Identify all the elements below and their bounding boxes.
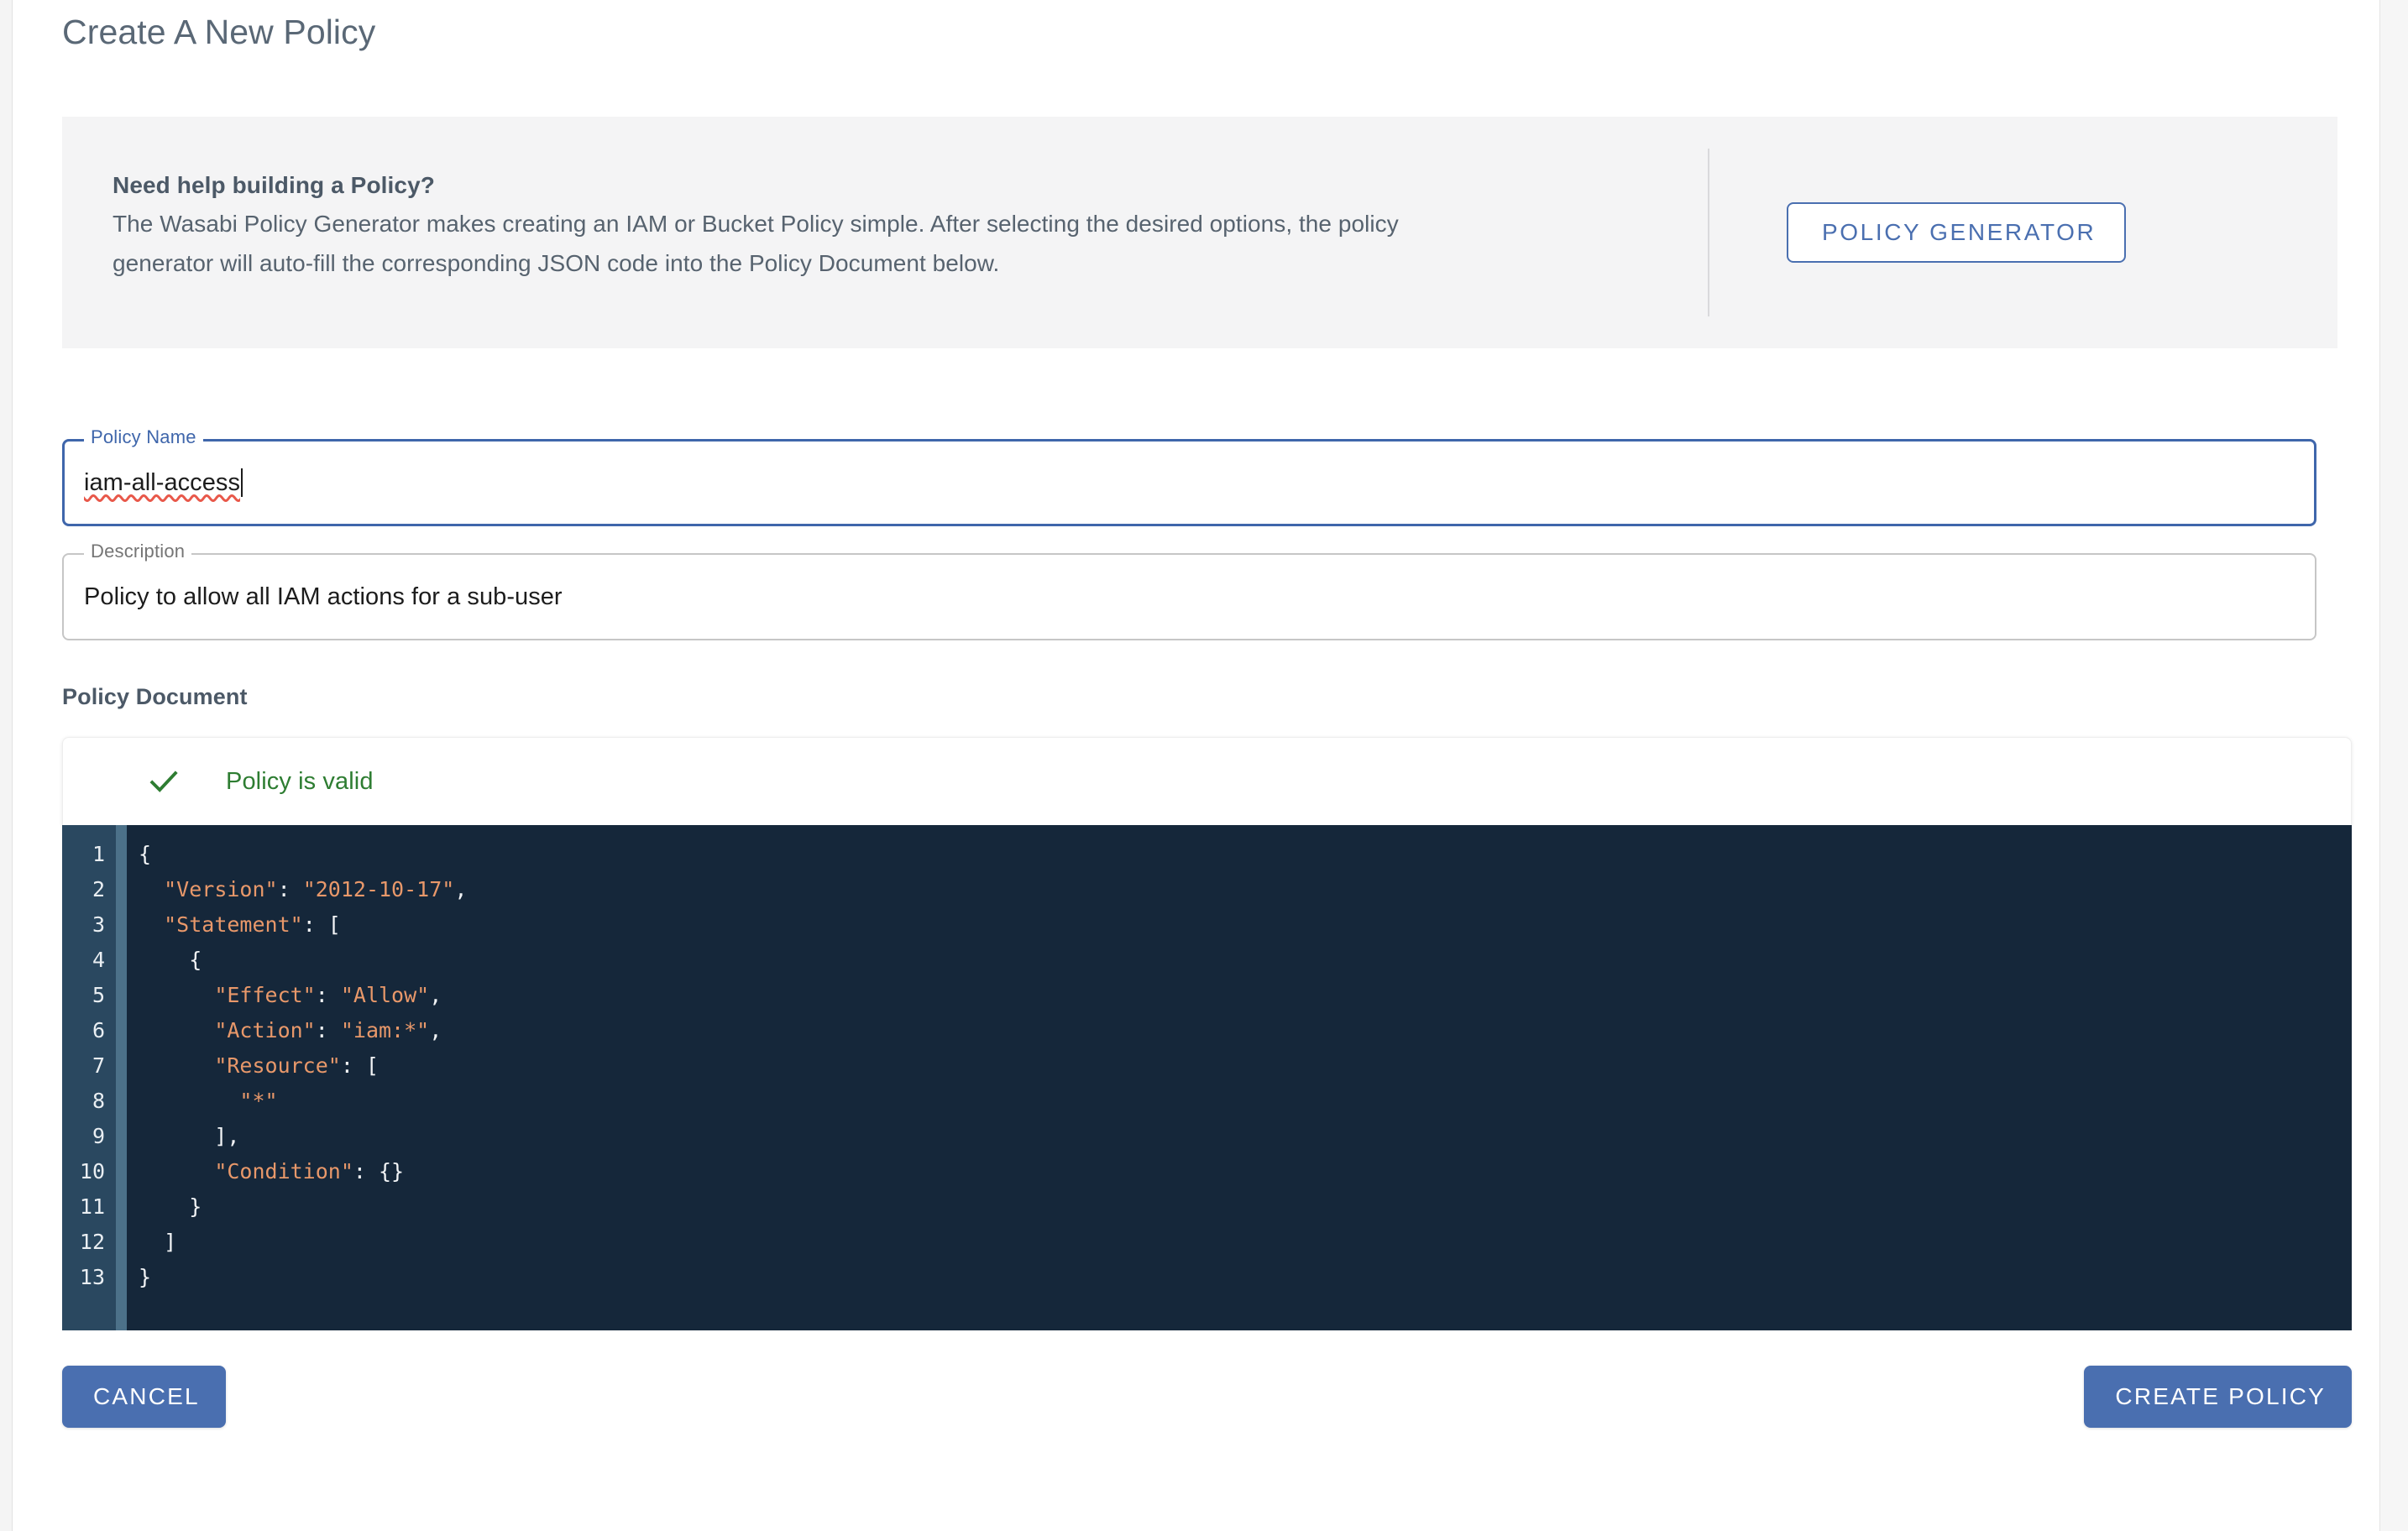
editor-code-area[interactable]: { "Version": "2012-10-17", "Statement": … [127, 825, 2352, 1330]
editor-line-number: 7 [92, 1053, 105, 1079]
editor-code-line: } [139, 1189, 2352, 1225]
json-string-token: "2012-10-17" [302, 877, 455, 902]
help-banner-action: POLICY GENERATOR [1709, 117, 2337, 348]
json-string-token: "Effect" [214, 983, 316, 1008]
create-policy-button[interactable]: CREATE POLICY [2084, 1366, 2352, 1429]
help-banner-text: Need help building a Policy? The Wasabi … [62, 117, 1708, 348]
json-punctuation-token: { [139, 948, 202, 973]
json-string-token: "Action" [214, 1018, 316, 1043]
check-icon [149, 771, 178, 793]
editor-line-number: 9 [92, 1124, 105, 1149]
json-string-token: "iam:*" [340, 1018, 430, 1043]
json-punctuation-token: : [315, 983, 341, 1008]
editor-line-number: 4 [92, 948, 105, 973]
editor-code-line: ], [139, 1119, 2352, 1154]
json-punctuation-token: : {} [353, 1159, 405, 1184]
json-punctuation-token: , [429, 983, 442, 1008]
editor-code-line: "Resource": [ [139, 1048, 2352, 1084]
cancel-button[interactable]: CANCEL [62, 1366, 226, 1429]
policy-name-input[interactable]: iam-all-access [84, 469, 240, 497]
description-input[interactable]: Policy to allow all IAM actions for a su… [84, 583, 563, 611]
editor-accent-stripe [116, 825, 127, 1331]
editor-line-number: 5 [92, 983, 105, 1008]
json-punctuation-token: } [139, 1194, 202, 1220]
help-banner-body-line-2: generator will auto-fill the correspondi… [113, 249, 1000, 276]
help-banner: Need help building a Policy? The Wasabi … [62, 117, 2337, 349]
editor-line-number: 10 [79, 1159, 105, 1184]
policy-document-heading: Policy Document [62, 684, 248, 710]
editor-code-line: "*" [139, 1084, 2352, 1119]
policy-validation-banner: Policy is valid [62, 737, 2352, 826]
policy-name-field[interactable]: Policy Name iam-all-access [62, 428, 2316, 527]
json-punctuation-token: { [139, 842, 152, 867]
json-punctuation-token [139, 1018, 214, 1042]
editor-code-line: "Condition": {} [139, 1154, 2352, 1189]
page-scrollbar[interactable] [2379, 0, 2408, 1531]
json-punctuation-token: : [277, 877, 303, 902]
json-punctuation-token: : [315, 1018, 341, 1043]
json-punctuation-token: ], [139, 1124, 240, 1149]
json-punctuation-token: : [ [340, 1053, 379, 1079]
page-title: Create A New Policy [62, 13, 376, 51]
policy-name-value-wrap: iam-all-access [84, 439, 243, 526]
text-caret [241, 468, 243, 498]
policy-generator-button[interactable]: POLICY GENERATOR [1787, 202, 2127, 264]
editor-code-line: "Action": "iam:*", [139, 1013, 2352, 1048]
editor-code-line: { [139, 837, 2352, 872]
editor-line-number: 1 [92, 842, 105, 867]
editor-code-line: } [139, 1260, 2352, 1295]
json-punctuation-token [139, 1089, 239, 1113]
app-viewport: Create A New Policy Need help building a… [0, 0, 2408, 1531]
json-string-token: "Statement" [164, 912, 303, 938]
editor-code-line: ] [139, 1225, 2352, 1260]
editor-line-number: 13 [79, 1265, 105, 1290]
editor-code-line: "Statement": [ [139, 907, 2352, 943]
json-punctuation-token [139, 912, 164, 937]
editor-line-number: 3 [92, 912, 105, 938]
policy-validation-message: Policy is valid [226, 767, 374, 795]
editor-line-number: 12 [79, 1230, 105, 1255]
json-punctuation-token [139, 1053, 214, 1078]
policy-json-editor[interactable]: 1 2 3 4 5 6 7 8 9 10 11 12 13 { "Version": "2012-10-… [62, 825, 2352, 1331]
json-string-token: "Condition" [214, 1159, 353, 1184]
policy-form: Policy Name iam-all-access Description P… [62, 428, 2337, 641]
editor-line-number: 2 [92, 877, 105, 902]
json-string-token: "Version" [164, 877, 278, 902]
editor-line-number-gutter: 1 2 3 4 5 6 7 8 9 10 11 12 13 [62, 825, 116, 1331]
editor-code-line: "Version": "2012-10-17", [139, 872, 2352, 907]
editor-line-number: 6 [92, 1018, 105, 1043]
left-gutter-rail [0, 0, 13, 1531]
scrollbar-thumb[interactable] [2385, 0, 2404, 1531]
policy-name-field-outline [62, 439, 2316, 527]
json-punctuation-token [139, 1159, 214, 1184]
json-punctuation-token [139, 877, 164, 901]
json-string-token: "*" [239, 1089, 278, 1114]
json-punctuation-token: , [454, 877, 468, 902]
json-punctuation-token: ] [139, 1230, 177, 1255]
editor-line-number: 8 [92, 1089, 105, 1114]
json-punctuation-token: : [ [302, 912, 341, 938]
description-field[interactable]: Description Policy to allow all IAM acti… [62, 542, 2316, 641]
json-punctuation-token: , [429, 1018, 442, 1043]
form-actions: CANCEL CREATE POLICY [62, 1366, 2352, 1429]
json-punctuation-token [139, 983, 214, 1007]
json-string-token: "Allow" [340, 983, 430, 1008]
help-banner-body-line-1: The Wasabi Policy Generator makes creati… [113, 211, 1399, 238]
help-banner-title: Need help building a Policy? [113, 172, 435, 199]
description-value-wrap: Policy to allow all IAM actions for a su… [84, 553, 563, 640]
editor-code-line: { [139, 943, 2352, 978]
editor-code-line: "Effect": "Allow", [139, 978, 2352, 1013]
page-content: Create A New Policy Need help building a… [13, 0, 2379, 1531]
json-punctuation-token: } [139, 1265, 152, 1290]
editor-line-number: 11 [79, 1194, 105, 1220]
json-string-token: "Resource" [214, 1053, 341, 1079]
